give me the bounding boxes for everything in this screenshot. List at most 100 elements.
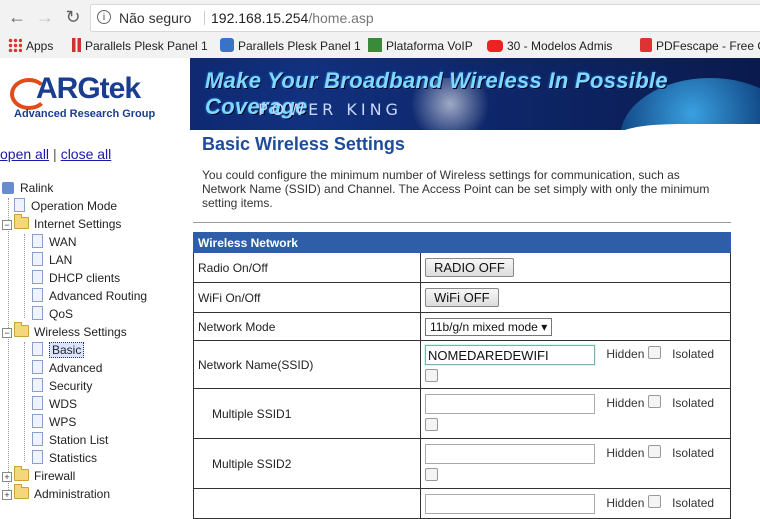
- bookmark-pdfescape[interactable]: PDFescape - Free O: [640, 37, 760, 55]
- radio-off-button[interactable]: RADIO OFF: [425, 258, 514, 277]
- apps-grid-icon: [8, 38, 22, 52]
- isolated-checkbox[interactable]: [425, 468, 438, 481]
- bookmark-voip[interactable]: Plataforma VoIP: [368, 37, 473, 55]
- tree-label: WDS: [49, 397, 77, 411]
- ssid-input[interactable]: NOMEDAREDEWIFI: [425, 345, 595, 365]
- sidebar-item-internet-settings[interactable]: − Internet Settings: [2, 214, 121, 232]
- voip-icon: [368, 38, 382, 52]
- page-title: Basic Wireless Settings: [202, 134, 405, 154]
- page-icon: [32, 234, 43, 248]
- sidebar-item-wds[interactable]: WDS: [32, 396, 77, 412]
- bookmark-plesk-2[interactable]: Parallels Plesk Panel 1: [220, 37, 361, 55]
- bookmark-apps[interactable]: Apps: [8, 37, 53, 55]
- sidebar-item-advanced-routing[interactable]: Advanced Routing: [32, 288, 147, 304]
- hidden-checkbox[interactable]: [647, 395, 661, 409]
- sidebar-item-wps[interactable]: WPS: [32, 414, 76, 430]
- sidebar-item-statistics[interactable]: Statistics: [32, 450, 97, 466]
- wireless-network-table: Wireless Network Radio On/Off RADIO OFF …: [193, 232, 731, 519]
- network-mode-label: Network Mode: [193, 312, 421, 341]
- collapse-icon[interactable]: −: [2, 220, 12, 230]
- sidebar-item-dhcp[interactable]: DHCP clients: [32, 270, 120, 286]
- ssid1-input[interactable]: [425, 394, 595, 414]
- security-label[interactable]: Não seguro: [119, 5, 191, 31]
- table-row: Multiple SSID1 Hidden Isolated: [193, 388, 731, 439]
- ssid3-cell: Hidden Isolated: [420, 488, 731, 519]
- tree-controls-separator: |: [53, 146, 57, 162]
- page-icon: [32, 252, 43, 266]
- tree-line: [24, 234, 25, 318]
- tree-label: Statistics: [49, 451, 98, 465]
- hidden-label: Hidden: [606, 396, 645, 411]
- url-host: 192.168.15.254: [211, 10, 309, 26]
- url-text[interactable]: 192.168.15.254/home.asp: [211, 5, 374, 31]
- ssid-cell: NOMEDAREDEWIFI Hidden Isolated: [420, 340, 731, 389]
- tree-label: DHCP clients: [49, 271, 121, 285]
- address-bar[interactable]: i Não seguro 192.168.15.254/home.asp: [90, 4, 760, 32]
- router-banner: ARGtek Advanced Research Group Make Your…: [0, 58, 760, 130]
- page-icon: [32, 414, 43, 428]
- sidebar-item-firewall[interactable]: + Firewall: [2, 466, 75, 484]
- isolated-checkbox[interactable]: [425, 418, 438, 431]
- open-all-link[interactable]: open all: [0, 146, 49, 162]
- hidden-label: Hidden: [606, 347, 645, 362]
- tree-label-selected: Basic: [49, 342, 85, 358]
- tree-label: Wireless Settings: [34, 325, 127, 339]
- forward-arrow-icon[interactable]: →: [34, 6, 56, 28]
- bookmark-label: Apps: [26, 39, 54, 53]
- sidebar-item-operation-mode[interactable]: Operation Mode: [14, 198, 117, 214]
- isolated-label: Isolated: [672, 347, 715, 362]
- youtube-icon: [487, 40, 503, 52]
- tree-label: Station List: [49, 433, 109, 447]
- hidden-checkbox[interactable]: [647, 494, 661, 508]
- tree-label: Security: [49, 379, 93, 393]
- isolated-checkbox[interactable]: [425, 369, 438, 382]
- expand-icon[interactable]: +: [2, 472, 12, 482]
- collapse-icon[interactable]: −: [2, 328, 12, 338]
- page-icon: [32, 378, 43, 392]
- isolated-label: Isolated: [672, 446, 715, 461]
- table-header: Wireless Network: [193, 232, 731, 253]
- tree-root-ralink[interactable]: Ralink: [2, 180, 53, 196]
- bookmark-label: Parallels Plesk Panel 1: [238, 39, 361, 53]
- table-row: Hidden Isolated: [193, 488, 731, 519]
- tree-label: Operation Mode: [31, 199, 118, 213]
- sidebar-item-wireless-settings[interactable]: − Wireless Settings: [2, 322, 127, 340]
- ssid2-input[interactable]: [425, 444, 595, 464]
- page-description: You could configure the minimum number o…: [202, 168, 710, 210]
- bookmark-label: Plataforma VoIP: [386, 39, 473, 53]
- sidebar-item-advanced[interactable]: Advanced: [32, 360, 102, 376]
- sidebar-item-security[interactable]: Security: [32, 378, 92, 394]
- page-icon: [14, 198, 25, 212]
- sidebar-item-basic[interactable]: Basic: [32, 342, 85, 358]
- tree-label: Advanced: [49, 361, 103, 375]
- page-icon: [32, 342, 43, 356]
- ssid3-label: [193, 488, 421, 519]
- bookmark-youtube[interactable]: 30 - Modelos Admis: [487, 37, 612, 55]
- reload-icon[interactable]: ↻: [62, 6, 84, 28]
- sidebar-item-qos[interactable]: QoS: [32, 306, 73, 322]
- divider: [193, 222, 731, 223]
- folder-icon: [14, 484, 29, 499]
- ssid3-input[interactable]: [425, 493, 595, 514]
- sidebar-item-wan[interactable]: WAN: [32, 234, 77, 250]
- ssid-label: Network Name(SSID): [193, 340, 421, 389]
- expand-icon[interactable]: +: [2, 490, 12, 500]
- sidebar-item-station-list[interactable]: Station List: [32, 432, 108, 448]
- bookmark-label: PDFescape - Free O: [656, 39, 760, 53]
- close-all-link[interactable]: close all: [61, 146, 112, 162]
- bookmark-plesk-1[interactable]: Parallels Plesk Panel 1: [72, 37, 208, 55]
- plesk-icon: [220, 38, 234, 52]
- tree-label: WPS: [49, 415, 77, 429]
- back-arrow-icon[interactable]: ←: [6, 6, 28, 28]
- ssid2-label: Multiple SSID2: [193, 438, 421, 489]
- ssid1-cell: Hidden Isolated: [420, 388, 731, 439]
- sidebar-item-administration[interactable]: + Administration: [2, 484, 110, 502]
- sidebar-item-lan[interactable]: LAN: [32, 252, 72, 268]
- info-icon[interactable]: i: [97, 10, 111, 24]
- network-mode-cell: 11b/g/n mixed mode ▾: [420, 312, 731, 341]
- bookmark-label: Parallels Plesk Panel 1: [85, 39, 208, 53]
- network-mode-select[interactable]: 11b/g/n mixed mode ▾: [425, 317, 553, 336]
- wifi-off-button[interactable]: WiFi OFF: [425, 288, 499, 307]
- hidden-checkbox[interactable]: [647, 346, 661, 360]
- hidden-checkbox[interactable]: [647, 445, 661, 459]
